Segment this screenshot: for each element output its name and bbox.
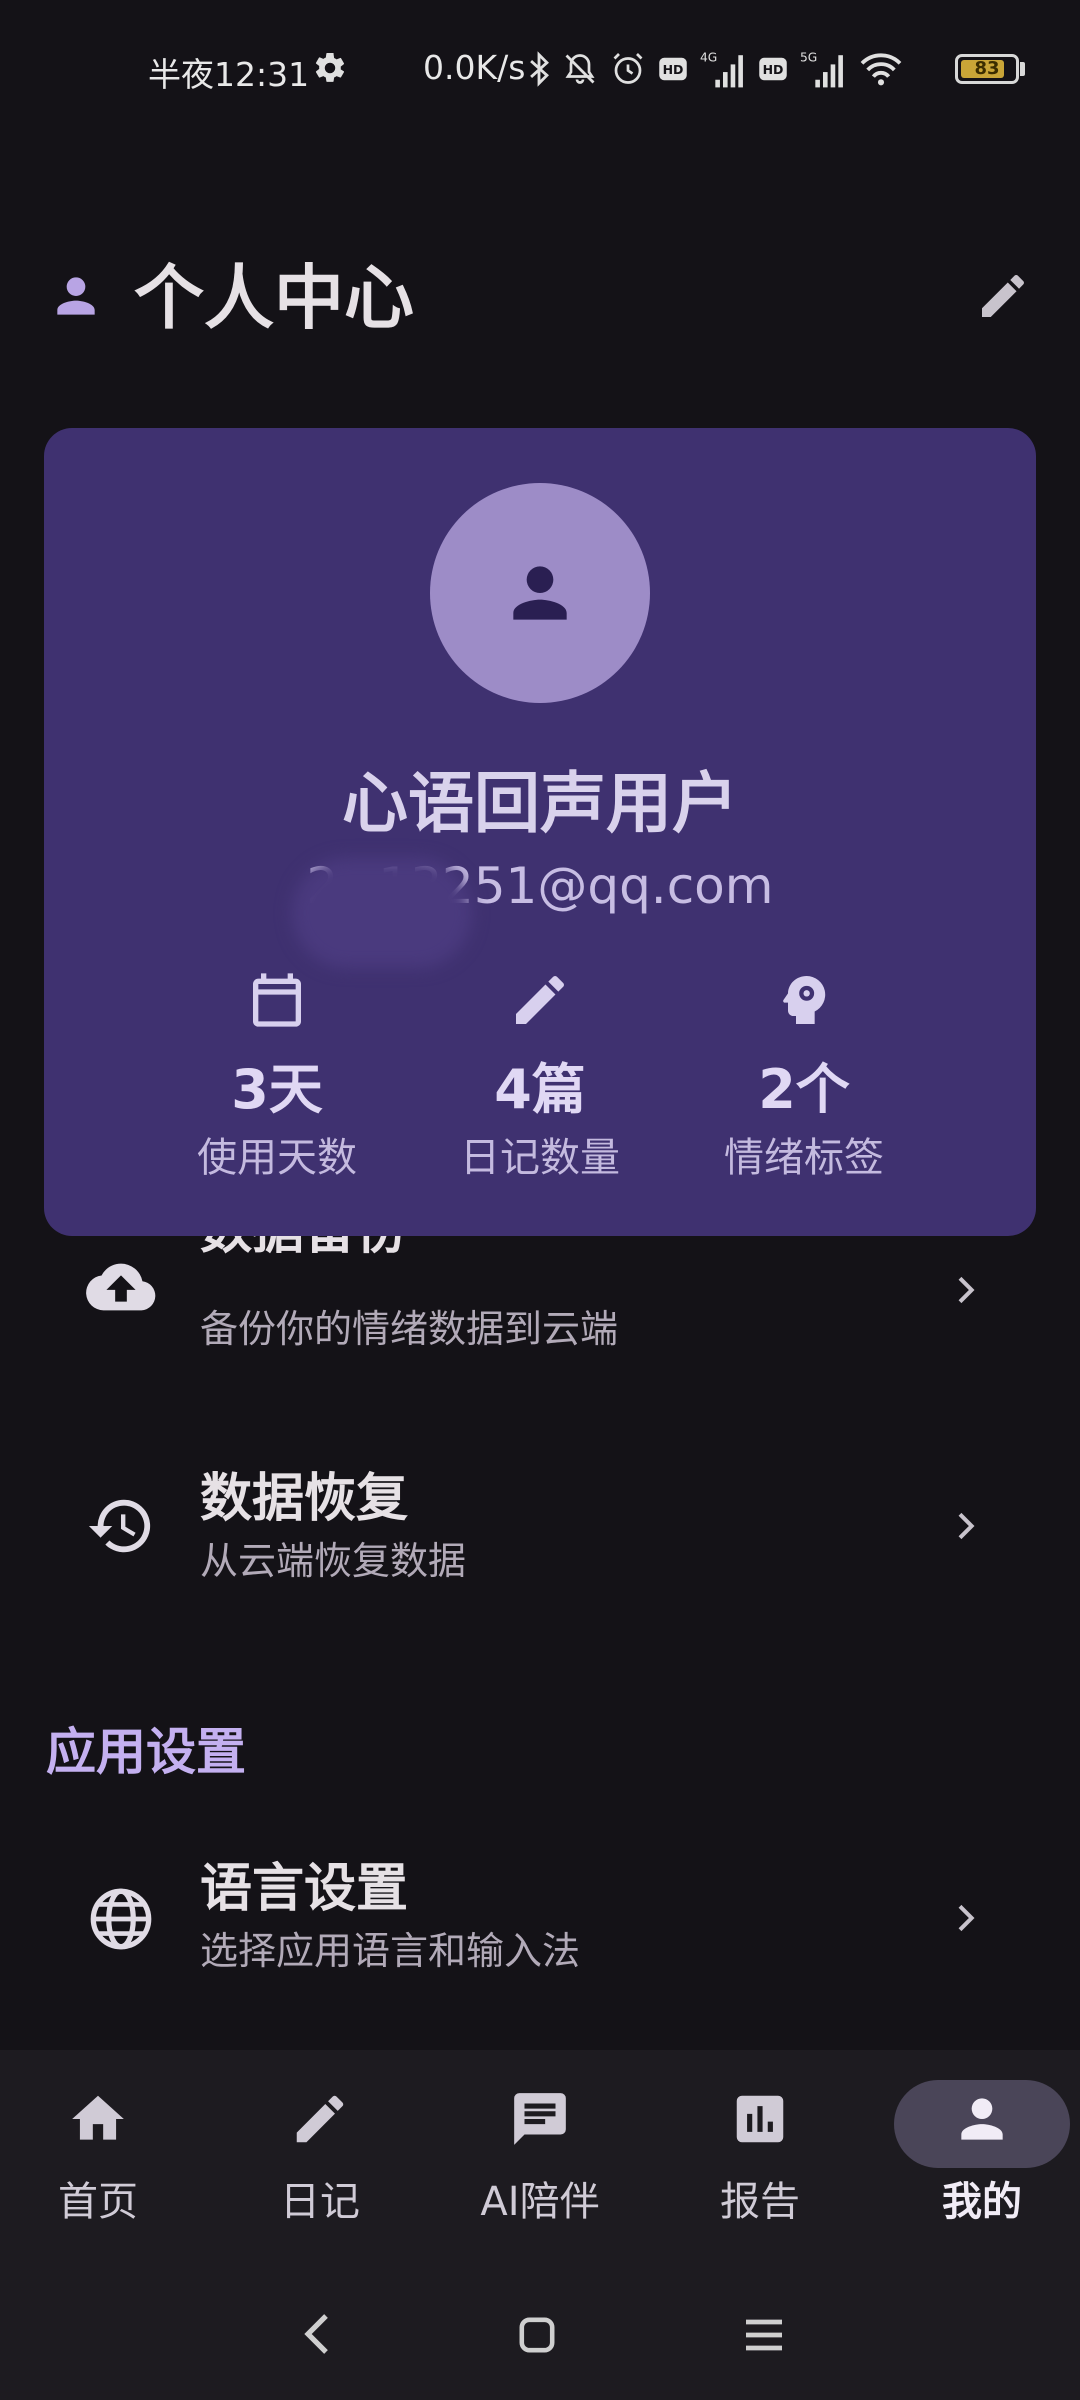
- nav-item-report[interactable]: 报告: [652, 2088, 868, 2228]
- nav-label: 日记: [280, 2179, 360, 2225]
- stat-emotion-tags: 2个 情绪标签: [684, 968, 924, 1184]
- hd-icon: HD: [659, 57, 687, 81]
- person-icon: [57, 277, 95, 315]
- battery-level: 83: [974, 58, 1000, 79]
- chevron-right-icon: [958, 1276, 975, 1304]
- stat-diary-count: 4篇 日记数量: [420, 968, 660, 1184]
- svg-text:4G: 4G: [700, 50, 717, 64]
- user-email: 2 13251@qq.com: [306, 857, 774, 915]
- bottom-nav: 首页 日记 AI陪伴 报告 我的: [0, 2050, 1080, 2400]
- system-menu-icon[interactable]: [744, 2318, 784, 2352]
- cloud-upload-icon: [86, 1263, 156, 1311]
- stat-label: 情绪标签: [724, 1135, 884, 1181]
- chat-icon: [514, 2093, 566, 2145]
- svg-text:HD: HD: [763, 62, 784, 77]
- battery-indicator: 83: [955, 54, 1019, 84]
- stat-label: 日记数量: [460, 1135, 620, 1181]
- chevron-right-icon: [958, 1904, 975, 1932]
- nav-label: 我的: [942, 2179, 1022, 2225]
- alarm-icon: [613, 53, 643, 84]
- restore-title: 数据恢复: [200, 1469, 409, 1529]
- section-title-app-settings: 应用设置: [46, 1723, 246, 1781]
- page-title: 个人中心: [134, 257, 414, 339]
- user-name: 心语回声用户: [342, 765, 738, 842]
- person-icon: [513, 566, 567, 620]
- bar-chart-icon: [736, 2095, 784, 2143]
- status-bar: 半夜12:31 0.0K/s HD 4G HD 5G 83: [0, 0, 1080, 140]
- svg-text:5G: 5G: [800, 50, 817, 64]
- hd-icon: HD: [759, 57, 787, 81]
- battery-tip: [1020, 62, 1025, 76]
- settings-icon: [315, 52, 345, 82]
- restore-subtitle: 从云端恢复数据: [200, 1539, 467, 1583]
- nav-label: AI陪伴: [480, 2179, 600, 2225]
- stat-value: 4篇: [494, 1058, 586, 1121]
- svg-text:HD: HD: [663, 62, 684, 77]
- person-icon: [961, 2098, 1003, 2140]
- history-icon: [88, 1499, 151, 1553]
- bluetooth-icon: [530, 51, 549, 87]
- chevron-right-icon: [958, 1512, 975, 1540]
- redaction-blur: [292, 858, 472, 968]
- language-subtitle: 选择应用语言和输入法: [200, 1929, 581, 1973]
- globe-icon: [90, 1888, 152, 1950]
- edit-icon[interactable]: [975, 268, 1031, 324]
- mute-icon: [565, 54, 595, 84]
- stat-value: 3天: [231, 1058, 323, 1121]
- nav-label: 报告: [720, 2179, 800, 2225]
- home-icon: [72, 2095, 124, 2140]
- calendar-icon: [253, 973, 301, 1027]
- nav-label: 首页: [58, 2179, 138, 2225]
- list-item-language[interactable]: 语言设置 选择应用语言和输入法: [0, 1832, 1080, 2032]
- nav-item-me[interactable]: 我的: [874, 2088, 1080, 2228]
- avatar[interactable]: [430, 483, 650, 703]
- signal-4g-icon: 4G: [700, 50, 743, 88]
- nav-item-diary[interactable]: 日记: [212, 2088, 428, 2228]
- backup-subtitle: 备份你的情绪数据到云端: [200, 1307, 619, 1351]
- system-back-icon[interactable]: [300, 2312, 336, 2356]
- pencil-icon: [516, 975, 564, 1024]
- language-title: 语言设置: [200, 1859, 409, 1919]
- stat-usage-days: 3天 使用天数: [157, 968, 397, 1184]
- nav-item-home[interactable]: 首页: [0, 2088, 206, 2228]
- psychology-icon: [783, 976, 826, 1024]
- wifi-icon: [860, 53, 902, 86]
- status-time: 半夜12:31: [148, 55, 310, 94]
- list-item-restore[interactable]: 数据恢复 从云端恢复数据: [0, 1426, 1080, 1626]
- stat-label: 使用天数: [197, 1135, 357, 1181]
- backup-title: 数据备份: [200, 1236, 408, 1264]
- stat-value: 2个: [758, 1058, 850, 1121]
- nav-item-ai[interactable]: AI陪伴: [432, 2088, 648, 2228]
- system-home-icon[interactable]: [518, 2316, 556, 2354]
- network-speed: 0.0K/s: [423, 48, 526, 87]
- signal-5g-icon: 5G: [800, 50, 843, 88]
- edit-icon: [296, 2095, 344, 2143]
- status-icons: HD 4G HD 5G: [528, 48, 904, 90]
- list-item-backup[interactable]: 数据备份 备份你的情绪数据到云端: [0, 1236, 1080, 1376]
